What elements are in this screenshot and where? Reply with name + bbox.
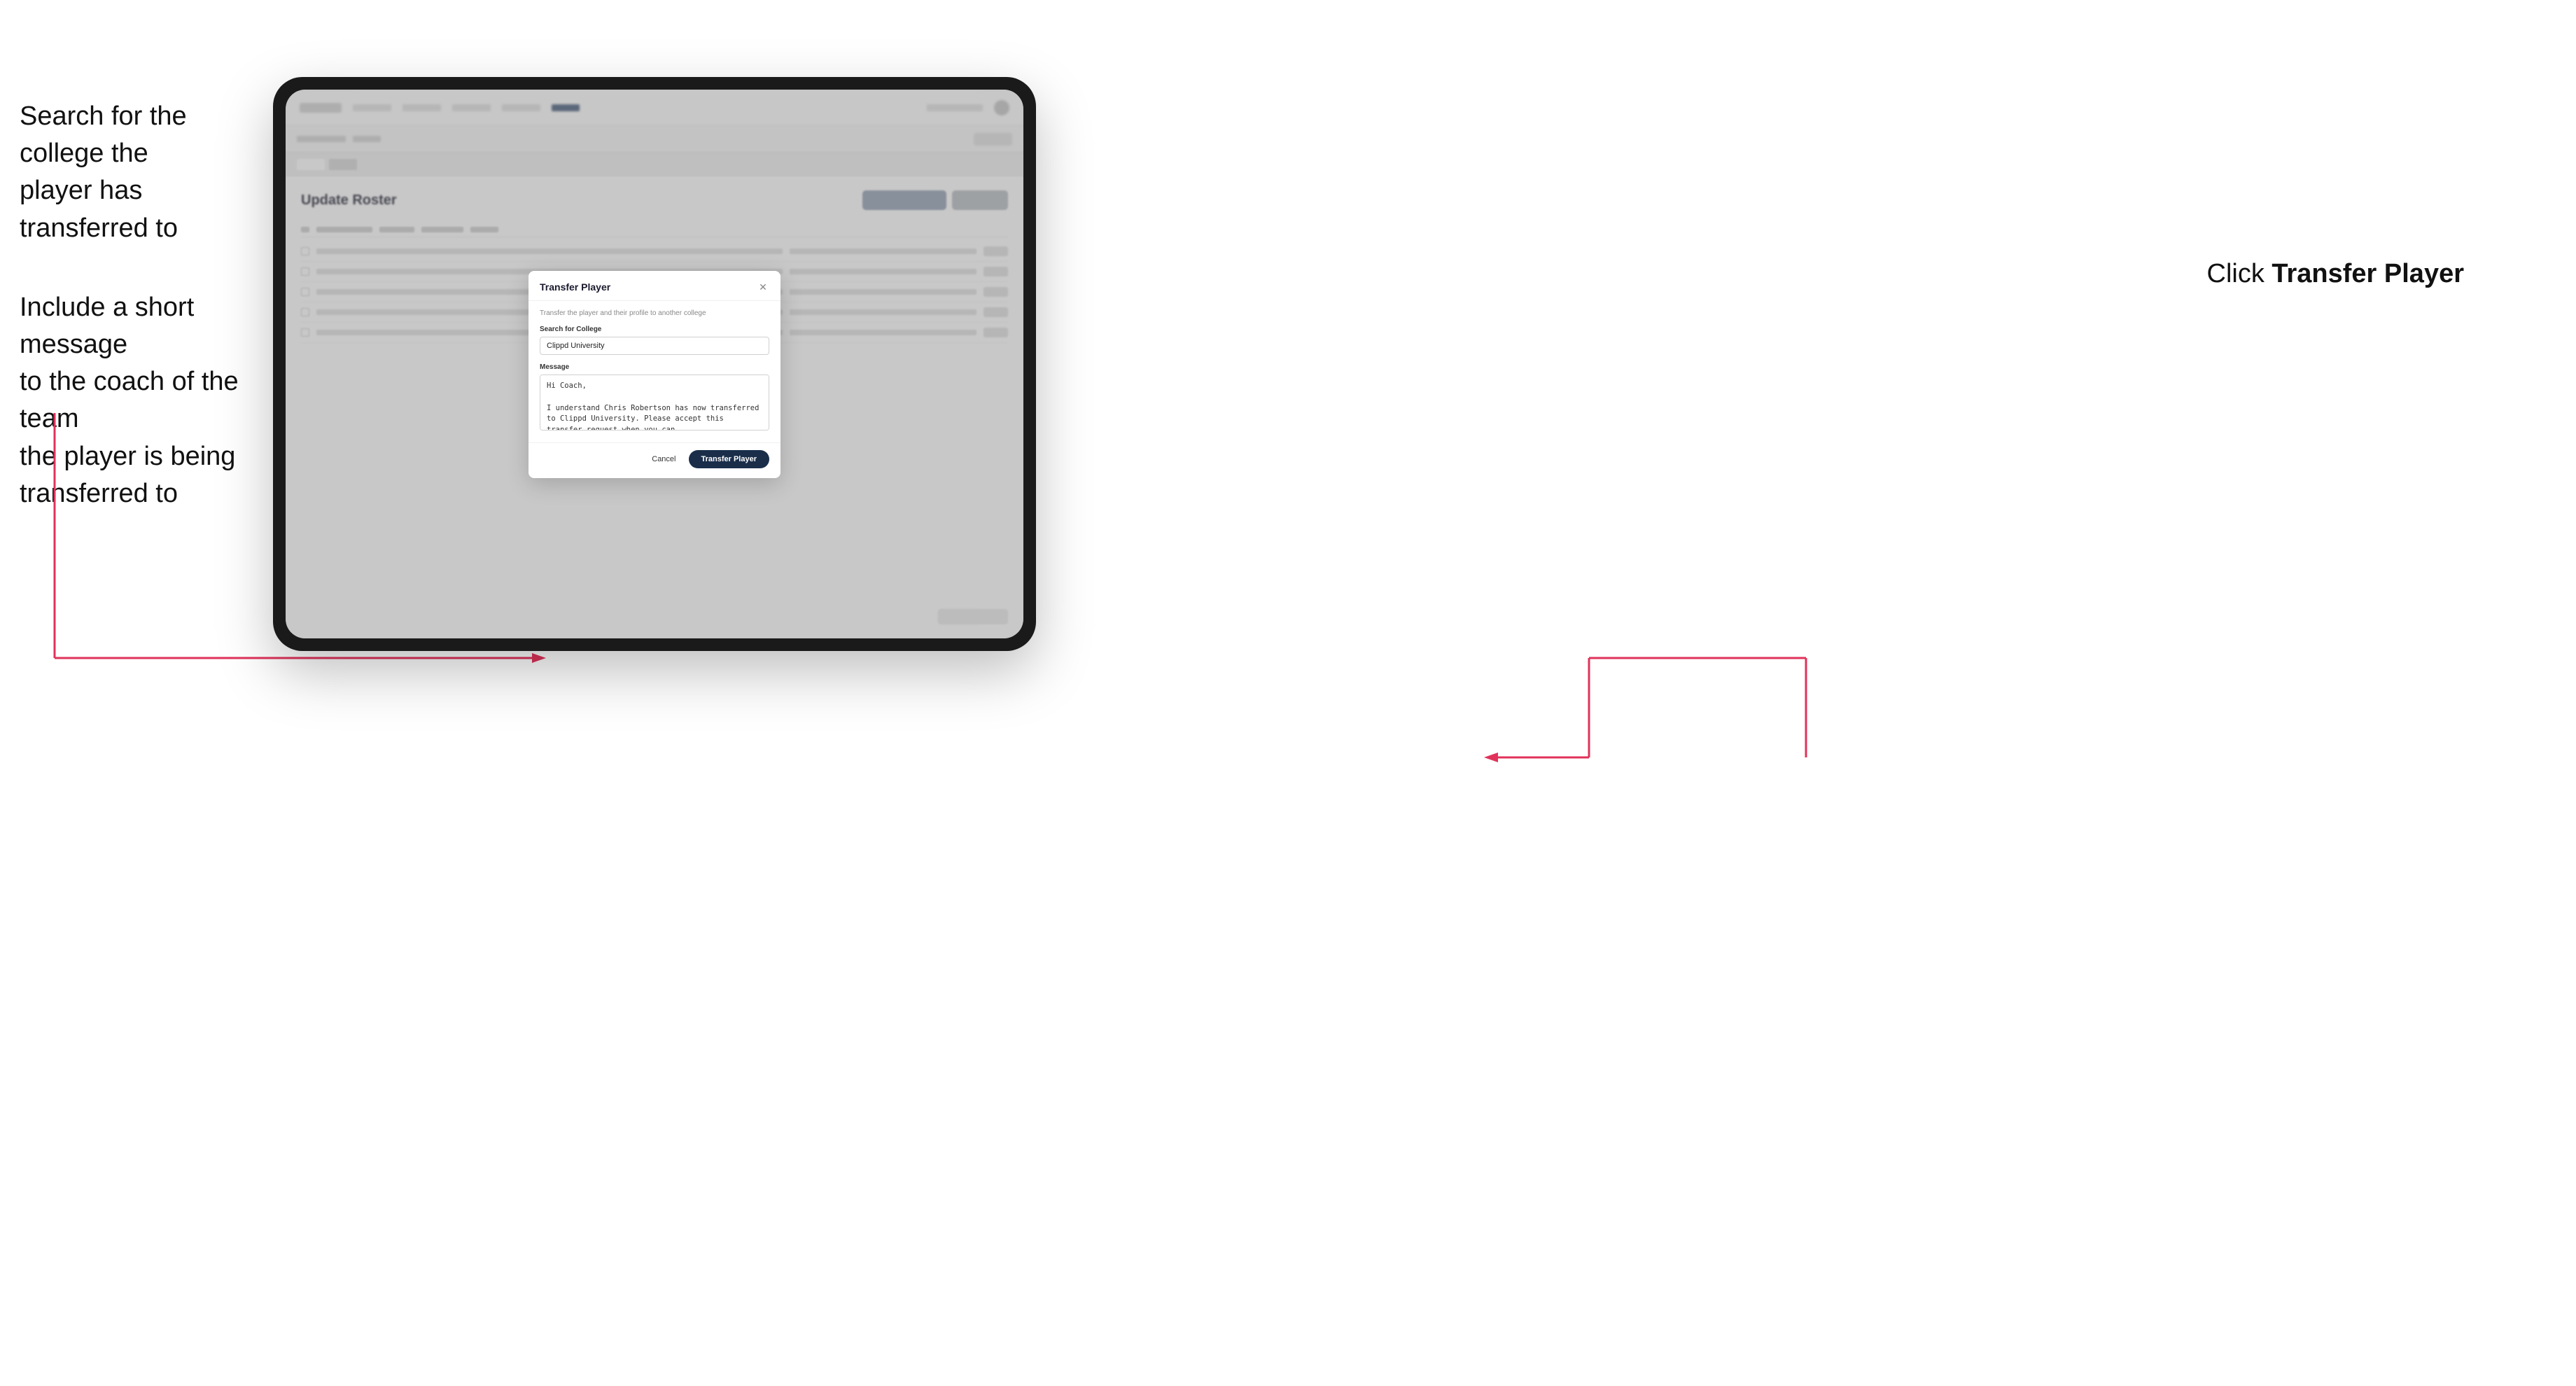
annotation-message-text: Include a short messageto the coach of t… — [20, 289, 244, 512]
annotation-search-text: Search for the college theplayer has tra… — [20, 98, 244, 247]
transfer-dialog: Transfer Player ✕ Transfer the player an… — [528, 271, 780, 478]
dialog-overlay: Transfer Player ✕ Transfer the player an… — [286, 90, 1023, 638]
annotation-right: Click Transfer Player — [2207, 259, 2465, 289]
close-icon[interactable]: ✕ — [757, 281, 769, 293]
dialog-body: Transfer the player and their profile to… — [528, 301, 780, 442]
dialog-subtitle: Transfer the player and their profile to… — [540, 309, 769, 317]
message-label: Message — [540, 363, 769, 371]
dialog-title: Transfer Player — [540, 281, 610, 293]
message-textarea[interactable]: Hi Coach, I understand Chris Robertson h… — [540, 374, 769, 430]
dialog-footer: Cancel Transfer Player — [528, 442, 780, 478]
search-college-label: Search for College — [540, 326, 769, 333]
tablet-frame: Update Roster — [273, 77, 1036, 651]
annotation-left: Search for the college theplayer has tra… — [20, 98, 244, 512]
search-college-input[interactable] — [540, 337, 769, 355]
dialog-header: Transfer Player ✕ — [528, 271, 780, 301]
transfer-player-button[interactable]: Transfer Player — [689, 450, 770, 468]
annotation-transfer-bold: Transfer Player — [2272, 259, 2464, 288]
annotation-click-prefix: Click — [2207, 259, 2272, 288]
tablet-screen: Update Roster — [286, 90, 1023, 638]
cancel-button[interactable]: Cancel — [646, 451, 681, 467]
